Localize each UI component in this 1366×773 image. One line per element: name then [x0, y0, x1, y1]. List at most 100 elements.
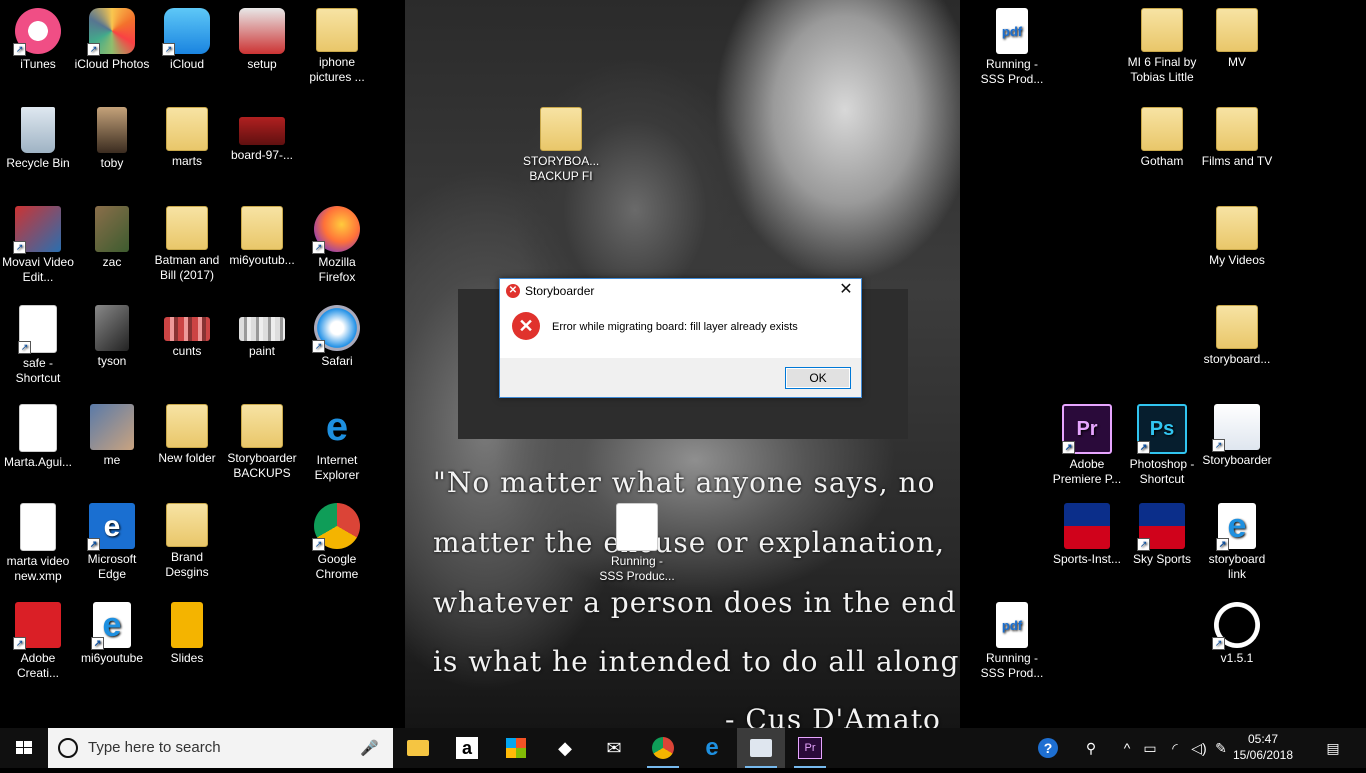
- desktop-icon-internet-explorer[interactable]: e Internet Explorer: [299, 396, 375, 483]
- desktop-icon-photoshop[interactable]: Ps ↗ Photoshop - Shortcut: [1124, 396, 1200, 487]
- icon-label: v1.5.1: [1220, 651, 1254, 665]
- taskbar-app-storyboarder[interactable]: [737, 728, 785, 768]
- photo-thumbnail-icon: [97, 107, 127, 153]
- desktop-icon-my-videos[interactable]: My Videos: [1199, 198, 1275, 268]
- desktop-icon-icloud[interactable]: ↗ iCloud: [149, 0, 225, 72]
- taskbar-app-edge[interactable]: e: [688, 728, 736, 768]
- desktop-icon-storyboard-link[interactable]: e ↗ storyboard link: [1199, 495, 1275, 582]
- ok-button[interactable]: OK: [785, 367, 851, 389]
- desktop-icon-running-sss-storyboarder[interactable]: Running - SSS Produc...: [599, 495, 675, 584]
- taskbar-app-chrome[interactable]: [639, 728, 687, 768]
- desktop-icon-batman-and-bill[interactable]: Batman and Bill (2017): [149, 198, 225, 283]
- desktop-icon-storyboard-backup-file[interactable]: STORYBOA... BACKUP FI: [523, 99, 599, 184]
- desktop-icon-films-and-tv[interactable]: Films and TV: [1199, 99, 1275, 169]
- desktop-icon-setup[interactable]: setup: [224, 0, 300, 72]
- icon-label: Mozilla Firefox: [318, 255, 356, 284]
- icon-label: Adobe Premiere P...: [1052, 457, 1122, 486]
- desktop-icon-iphone-pictures[interactable]: iphone pictures ...: [299, 0, 375, 85]
- desktop-icon-marta-video[interactable]: Marta.Agui...: [0, 396, 76, 470]
- desktop-icon-adobe-creative-cloud[interactable]: ↗ Adobe Creati...: [0, 594, 76, 681]
- wallpaper-quote-line: whatever a person does in the end: [433, 586, 957, 619]
- start-button[interactable]: [0, 728, 48, 768]
- desktop-icon-running-sss-pdf[interactable]: pdf Running - SSS Prod...: [974, 0, 1050, 87]
- show-hidden-icons-chevron-icon[interactable]: ^: [1118, 728, 1136, 768]
- icon-label: iCloud Photos: [74, 57, 150, 71]
- desktop-icon-adobe-premiere[interactable]: Pr ↗ Adobe Premiere P...: [1049, 396, 1125, 487]
- desktop-icon-board-97[interactable]: board-97-...: [224, 99, 300, 163]
- desktop-icon-mi6youtube[interactable]: e ↗ mi6youtube: [74, 594, 150, 666]
- desktop-icon-sky-sports[interactable]: ↗ Sky Sports: [1124, 495, 1200, 567]
- battery-icon[interactable]: ▭: [1140, 728, 1160, 768]
- desktop-icon-mi6-final[interactable]: MI 6 Final by Tobias Little: [1124, 0, 1200, 85]
- icon-label: setup: [247, 57, 277, 71]
- microphone-icon[interactable]: 🎤: [360, 739, 379, 757]
- icon-label: Sports-Inst...: [1052, 552, 1122, 566]
- icon-label: Internet Explorer: [314, 453, 360, 482]
- icon-label: Adobe Creati...: [16, 651, 59, 680]
- premiere-icon: Pr ↗: [1062, 404, 1112, 454]
- icon-label: toby: [100, 156, 124, 170]
- desktop-icon-itunes[interactable]: ↗ iTunes: [0, 0, 76, 72]
- volume-icon[interactable]: ◁): [1188, 728, 1210, 768]
- icon-label: Storyboarder BACKUPS: [227, 451, 297, 480]
- folder-icon: [1216, 8, 1258, 52]
- desktop-icon-cunts[interactable]: cunts: [149, 297, 225, 359]
- desktop-icon-icloud-photos[interactable]: ↗ iCloud Photos: [74, 0, 150, 72]
- desktop-icon-zac[interactable]: zac: [74, 198, 150, 270]
- desktop-icon-sports-inst[interactable]: Sports-Inst...: [1049, 495, 1125, 567]
- pdf-icon: pdf: [996, 8, 1028, 54]
- desktop-icon-storyboard-folder[interactable]: storyboard...: [1199, 297, 1275, 367]
- desktop-icon-new-folder[interactable]: New folder: [149, 396, 225, 466]
- clock[interactable]: 05:47 15/06/2018: [1228, 731, 1298, 763]
- help-tray-icon[interactable]: ?: [1034, 728, 1062, 768]
- shortcut-arrow-icon: ↗: [312, 241, 325, 254]
- store-icon: [506, 738, 526, 758]
- desktop-icon-safe-shortcut[interactable]: ↗ safe - Shortcut: [0, 297, 76, 386]
- taskbar-app-mail[interactable]: ✉: [590, 728, 638, 768]
- desktop-icon-marts[interactable]: marts: [149, 99, 225, 169]
- desktop-icon-me[interactable]: me: [74, 396, 150, 468]
- desktop-icon-brand-desgins[interactable]: Brand Desgins: [149, 495, 225, 580]
- action-center-icon[interactable]: ▤: [1318, 728, 1348, 768]
- desktop-icon-storyboarder[interactable]: ↗ Storyboarder: [1199, 396, 1275, 468]
- search-box[interactable]: Type here to search 🎤: [48, 728, 393, 768]
- clock-time: 05:47: [1247, 732, 1279, 746]
- close-button[interactable]: ✕: [831, 279, 861, 303]
- desktop-icon-toby[interactable]: toby: [74, 99, 150, 171]
- taskbar-app-file-explorer[interactable]: [394, 728, 442, 768]
- icon-label: Running - SSS Prod...: [980, 651, 1044, 680]
- shortcut-arrow-icon: ↗: [87, 538, 100, 551]
- desktop-icon-marta-xmp[interactable]: marta video new.xmp: [0, 495, 76, 584]
- desktop-icon-safari[interactable]: ↗ Safari: [299, 297, 375, 369]
- shortcut-arrow-icon: ↗: [312, 340, 325, 353]
- desktop-icon-mi6youtub-folder[interactable]: mi6youtub...: [224, 198, 300, 268]
- desktop-icon-recycle-bin[interactable]: Recycle Bin: [0, 99, 76, 171]
- shortcut-arrow-icon: ↗: [312, 538, 325, 551]
- taskbar-app-amazon[interactable]: a: [443, 728, 491, 768]
- storyboarder-file-icon: [616, 503, 658, 551]
- desktop-icon-running-sss-pdf-2[interactable]: pdf Running - SSS Prod...: [974, 594, 1050, 681]
- desktop-icon-movavi[interactable]: ↗ Movavi Video Edit...: [0, 198, 76, 285]
- desktop-icon-gotham[interactable]: Gotham: [1124, 99, 1200, 169]
- desktop-icon-google-chrome[interactable]: ↗ Google Chrome: [299, 495, 375, 582]
- people-tray-icon[interactable]: ⚲: [1078, 728, 1104, 768]
- folder-icon: [1141, 107, 1183, 151]
- desktop-icon-paint[interactable]: paint: [224, 297, 300, 359]
- icon-label: Gotham: [1140, 154, 1184, 168]
- desktop-icon-slides[interactable]: Slides: [149, 594, 225, 666]
- dialog-title: Storyboarder: [525, 284, 595, 298]
- desktop-icon-v151[interactable]: ↗ v1.5.1: [1199, 594, 1275, 666]
- desktop-icon-tyson[interactable]: tyson: [74, 297, 150, 369]
- dialog-titlebar[interactable]: ✕ Storyboarder ✕: [500, 279, 861, 303]
- taskbar-app-premiere[interactable]: Pr: [786, 728, 834, 768]
- icon-label: Safari: [321, 354, 353, 368]
- taskbar-app-store[interactable]: [492, 728, 540, 768]
- desktop-icon-microsoft-edge[interactable]: e ↗ Microsoft Edge: [74, 495, 150, 582]
- movavi-icon: ↗: [13, 206, 61, 254]
- desktop-icon-mv[interactable]: MV: [1199, 0, 1275, 70]
- desktop-icon-storyboarder-backups[interactable]: Storyboarder BACKUPS: [224, 396, 300, 481]
- desktop-icon-mozilla-firefox[interactable]: ↗ Mozilla Firefox: [299, 198, 375, 285]
- adobe-creative-cloud-icon: ↗: [13, 602, 61, 650]
- taskbar-app-dropbox[interactable]: ◆: [541, 728, 589, 768]
- wifi-icon[interactable]: ◜: [1164, 728, 1186, 768]
